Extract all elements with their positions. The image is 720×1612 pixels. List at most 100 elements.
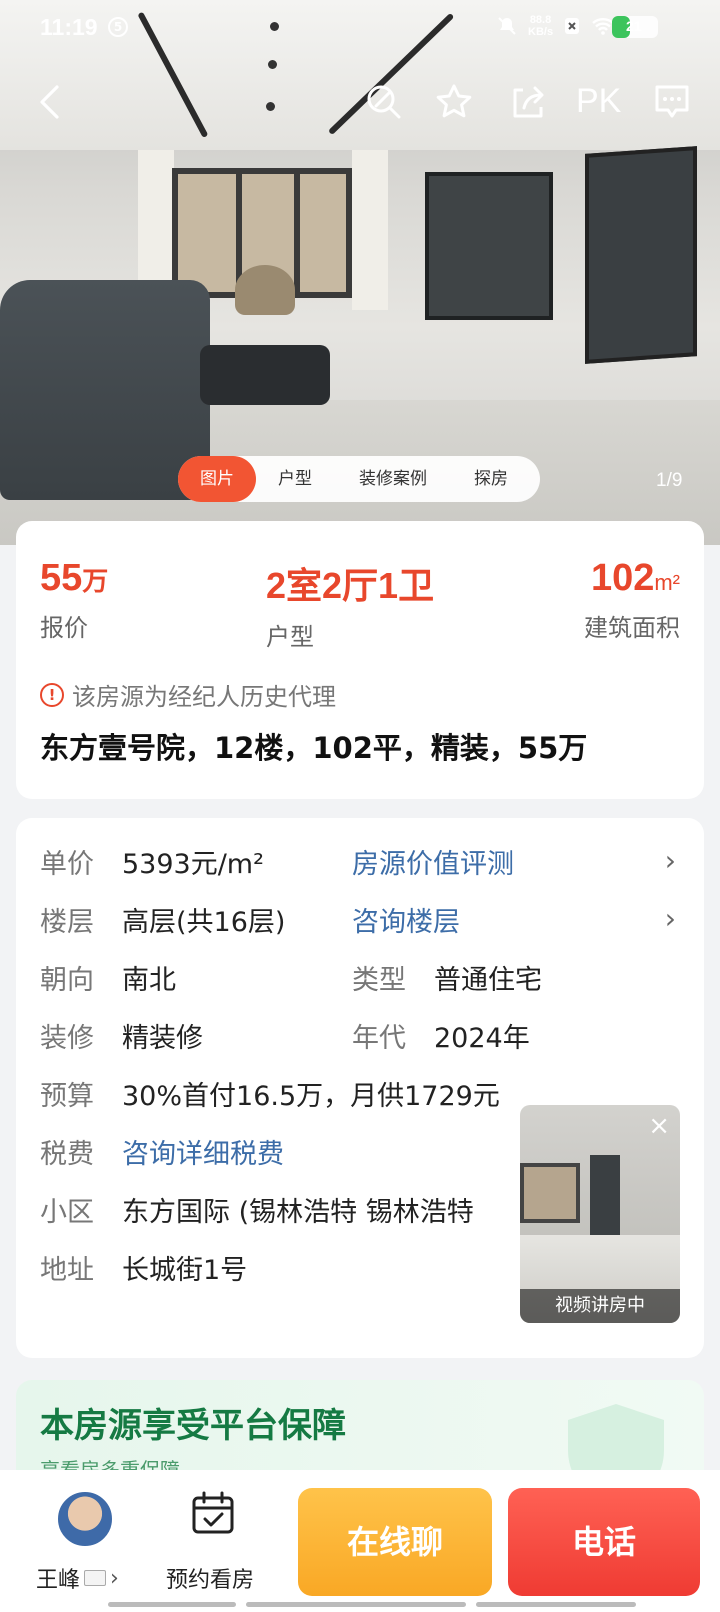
sim-off-icon [565, 18, 580, 34]
unit-price-row: 单价 5393元/m² [40, 842, 264, 881]
network-speed-unit: KB/s [528, 26, 554, 38]
orientation-key: 朝向 [40, 965, 94, 996]
chevron-right-icon[interactable]: › [665, 902, 676, 935]
address-row: 地址 长城街1号 [40, 1248, 247, 1287]
status-icons: 88.8 KB/s [496, 14, 615, 38]
price-number: 55 [40, 557, 83, 599]
budget-row: 预算 30%首付16.5万，月供1729元 [40, 1074, 520, 1113]
area-number: 102 [590, 557, 655, 599]
platform-guarantee-card[interactable]: 本房源享受平台保障 享看房多重保障 [16, 1380, 704, 1480]
pk-compare-button[interactable]: PK [576, 82, 621, 121]
book-viewing-label[interactable]: 预约看房 [166, 1562, 254, 1594]
value-eval-link[interactable]: 房源价值评测 [352, 842, 514, 881]
photo-index-counter: 1/9 [656, 470, 683, 491]
photo-tab-floorplan[interactable]: 户型 [256, 456, 334, 502]
type-value: 普通住宅 [434, 965, 542, 996]
search-button[interactable] [360, 78, 408, 126]
agent-profile-link[interactable]: 王峰 › [36, 1562, 119, 1594]
consult-floor-label: 咨询楼层 [352, 907, 460, 938]
photo-cabinet [585, 146, 697, 364]
agent-name: 王峰 [36, 1568, 81, 1593]
decoration-value: 精装修 [122, 1023, 203, 1054]
floor-value: 高层(共16层) [122, 907, 286, 938]
photo-category-tabs: 图片 户型 装修案例 探房 [178, 456, 540, 502]
search-icon [367, 85, 401, 119]
status-time: 11:19 [40, 14, 98, 40]
decoration-row: 装修 精装修 [40, 1016, 203, 1055]
photo-ceiling-light [266, 102, 275, 111]
battery-indicator: 21 [612, 16, 658, 38]
value-eval-label: 房源价值评测 [352, 849, 514, 880]
area-block: 102m² 建筑面积 [554, 557, 680, 643]
video-tv [590, 1155, 620, 1235]
call-button[interactable]: 电话 [508, 1488, 700, 1596]
unit-price-key: 单价 [40, 849, 94, 880]
online-chat-button[interactable]: 在线聊 [298, 1488, 492, 1596]
area-unit: m² [654, 570, 680, 595]
address-key: 地址 [40, 1255, 94, 1286]
tax-row: 税费 咨询详细税费 [40, 1132, 284, 1171]
battery-level: 21 [626, 18, 642, 34]
photo-curtain [352, 150, 388, 310]
unit-price-value: 5393元/m² [122, 849, 264, 880]
type-row: 类型 普通住宅 [352, 958, 542, 997]
layout-block: 2室2厅1卫 户型 [266, 557, 434, 652]
calendar-check-icon[interactable] [190, 1490, 236, 1536]
price-label: 报价 [40, 614, 88, 642]
star-icon [436, 84, 472, 118]
photo-table [200, 345, 330, 405]
status-bar: 11:19 5 88.8 KB/s 21 [0, 0, 720, 56]
consult-floor-link[interactable]: 咨询楼层 [352, 900, 460, 939]
layout-label: 户型 [266, 623, 314, 651]
photo-tab-pictures[interactable]: 图片 [178, 456, 256, 502]
agent-avatar[interactable] [56, 1490, 114, 1548]
agent-history-notice: ! 该房源为经纪人历史代理 [40, 677, 336, 712]
share-icon [513, 86, 544, 118]
mute-bell-icon [498, 17, 516, 35]
message-button[interactable] [648, 78, 696, 126]
year-key: 年代 [352, 1023, 406, 1054]
community-value[interactable]: 东方国际 (锡林浩特 锡林浩特 [122, 1190, 474, 1229]
favorite-button[interactable] [430, 78, 478, 126]
share-button[interactable] [504, 78, 552, 126]
area-value: 102m² [554, 557, 680, 600]
price-value: 55万 [40, 557, 108, 600]
layout-value: 2室2厅1卫 [266, 565, 435, 606]
floor-key: 楼层 [40, 907, 94, 938]
network-speed-value: 88.8 [529, 14, 552, 26]
photo-tab-decoration-cases[interactable]: 装修案例 [334, 456, 452, 502]
address-value: 长城街1号 [122, 1255, 248, 1286]
video-tour-floating-window[interactable]: × 视频讲房中 [520, 1105, 680, 1323]
type-key: 类型 [352, 965, 406, 996]
close-icon[interactable]: × [648, 1113, 670, 1139]
back-button[interactable] [30, 78, 70, 126]
orientation-row: 朝向 南北 [40, 958, 176, 997]
community-key: 小区 [40, 1197, 94, 1228]
floor-row: 楼层 高层(共16层) [40, 900, 285, 939]
photo-plant [235, 265, 295, 315]
decoration-key: 装修 [40, 1023, 94, 1054]
photo-ceiling-light [268, 60, 277, 69]
year-row: 年代 2024年 [352, 1016, 530, 1055]
budget-key: 预算 [40, 1081, 94, 1112]
tax-consult-link[interactable]: 咨询详细税费 [122, 1132, 284, 1171]
photo-sofa [0, 280, 210, 500]
scroll-indicator [108, 1602, 236, 1607]
notice-text: 该房源为经纪人历史代理 [72, 683, 336, 711]
community-row: 小区 东方国际 (锡林浩特 锡林浩特 [40, 1190, 520, 1229]
chevron-right-icon[interactable]: › [665, 844, 676, 877]
notification-badge: 5 [108, 17, 128, 37]
bottom-action-bar: 王峰 › 预约看房 在线聊 电话 [0, 1470, 720, 1612]
scroll-indicator [476, 1602, 636, 1607]
back-arrow-icon [40, 85, 59, 119]
chevron-right-icon: › [110, 1565, 119, 1591]
photo-tv [425, 172, 553, 320]
warning-icon: ! [40, 682, 64, 707]
video-caption: 视频讲房中 [520, 1289, 680, 1323]
scroll-indicator [246, 1602, 466, 1607]
video-window-frame [520, 1163, 580, 1223]
photo-tab-viewing[interactable]: 探房 [452, 456, 530, 502]
price-block: 55万 报价 [40, 557, 108, 643]
summary-card: 55万 报价 2室2厅1卫 户型 102m² 建筑面积 ! 该房源为经纪人历史代… [16, 521, 704, 799]
tax-key: 税费 [40, 1139, 94, 1170]
